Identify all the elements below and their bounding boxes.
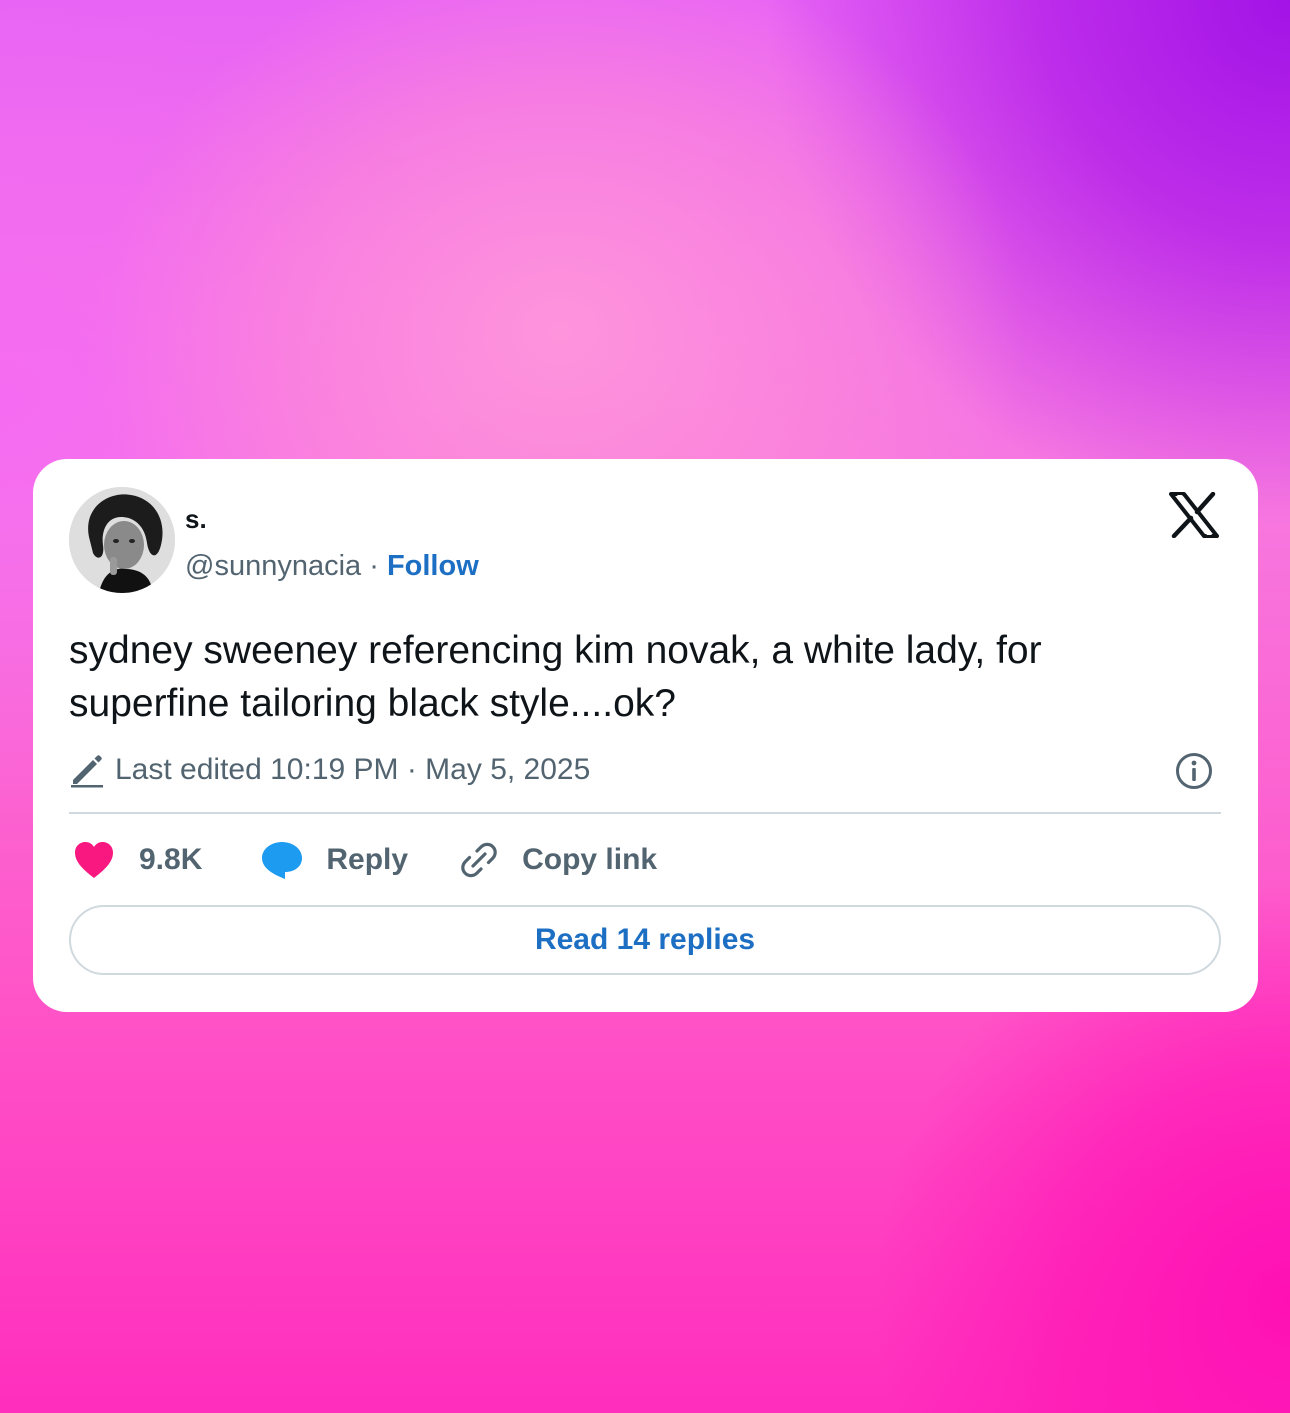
tweet-text-line: superfine tailoring black style....ok?	[69, 682, 676, 725]
display-name[interactable]: s.	[185, 503, 207, 535]
user-handle[interactable]: @sunnynacia	[185, 550, 361, 582]
read-replies-button[interactable]: Read 14 replies	[69, 905, 1221, 975]
tweet-text: sydney sweeney referencing kim novak, a …	[69, 624, 1209, 730]
info-icon[interactable]	[1174, 751, 1214, 791]
avatar[interactable]	[69, 487, 175, 593]
avatar-image	[69, 487, 175, 593]
copy-link-button[interactable]: Copy link	[460, 841, 657, 879]
separator-dot: ·	[361, 550, 387, 582]
reply-bubble-icon	[262, 842, 303, 879]
reply-button[interactable]: Reply	[260, 839, 408, 881]
read-replies-label: Read 14 replies	[534, 923, 756, 956]
like-button[interactable]: 9.8K	[73, 840, 202, 880]
heart-icon	[75, 842, 113, 878]
copy-link-label: Copy link	[522, 843, 658, 876]
pencil-icon	[71, 755, 103, 788]
edited-timestamp[interactable]: Last edited 10:19 PM · May 5, 2025	[69, 750, 590, 790]
x-logo-icon[interactable]	[1169, 492, 1219, 538]
like-count: 9.8K	[139, 843, 203, 876]
edited-label: Last edited 10:19 PM · May 5, 2025	[115, 753, 591, 786]
divider	[69, 812, 1221, 814]
follow-button[interactable]: Follow	[387, 550, 479, 582]
reply-label: Reply	[326, 843, 409, 876]
tweet-text-line: sydney sweeney referencing kim novak, a …	[69, 629, 1042, 672]
handle-row: @sunnynacia · Follow	[185, 548, 479, 584]
link-icon	[461, 842, 497, 878]
action-bar: 9.8K Reply Copy link	[73, 837, 657, 883]
tweet-card: s. @sunnynacia · Follow sydney sweeney r…	[33, 459, 1258, 1012]
